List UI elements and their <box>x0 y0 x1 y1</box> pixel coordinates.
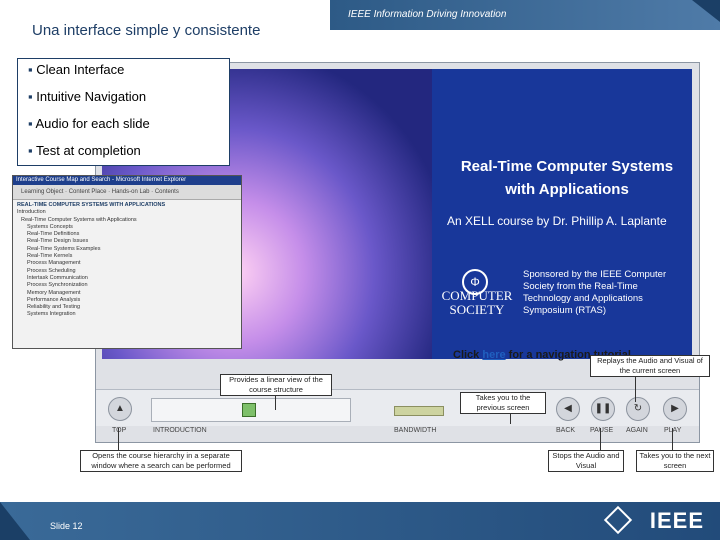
again-button[interactable]: ↻ <box>626 397 650 421</box>
tree-item: Real-Time Design Issues <box>27 238 89 245</box>
course-map-screenshot: Interactive Course Map and Search - Micr… <box>12 175 242 349</box>
callout-previous-pointer <box>510 414 511 424</box>
tree-item: Intertask Communication <box>27 274 88 281</box>
back-label: BACK <box>556 427 576 434</box>
screenshot-toolbar-item: Hands-on Lab <box>111 189 150 195</box>
society-line2: SOCIETY <box>449 302 505 317</box>
feature-list: Clean Interface Intuitive Navigation Aud… <box>17 58 230 166</box>
society-line1: COMPUTER <box>441 288 513 303</box>
bandwidth-indicator[interactable] <box>394 406 444 416</box>
bullet-item: Clean Interface <box>18 63 229 90</box>
tutorial-link[interactable]: here <box>482 349 505 361</box>
bandwidth-label: BANDWIDTH <box>394 427 437 434</box>
screenshot-toolbar-item: Learning Object <box>21 189 64 195</box>
tree-item: Real-Time Systems Examples <box>27 245 101 252</box>
computer-society-logo-text: COMPUTER SOCIETY <box>432 289 522 317</box>
tree-item: Reliability and Testing <box>27 304 81 311</box>
pause-button[interactable]: ❚❚ <box>591 397 615 421</box>
callout-replay-pointer <box>635 377 636 402</box>
course-title-line1: Real-Time Computer Systems <box>460 158 674 175</box>
page-title: Una interface simple y consistente <box>32 22 261 39</box>
header-bar: IEEE Information Driving Innovation <box>330 0 720 30</box>
pause-label: PAUSE <box>590 427 614 434</box>
screenshot-toolbar-item: Contents <box>154 189 179 195</box>
top-label: TOP <box>112 427 127 434</box>
tree-item: Systems Integration <box>27 311 76 318</box>
callout-hierarchy-pointer <box>118 428 119 450</box>
callout-next-pointer <box>672 428 673 450</box>
header-corner <box>692 0 720 22</box>
callout-hierarchy: Opens the course hierarchy in a separate… <box>80 450 242 472</box>
back-button[interactable]: ◀ <box>556 397 580 421</box>
tree-item: Real-Time Computer Systems with Applicat… <box>21 216 137 223</box>
callout-linear-view-pointer <box>275 396 276 410</box>
track-marker-icon[interactable] <box>242 403 256 417</box>
tree-item: Real-Time Kernels <box>27 253 73 260</box>
play-button[interactable]: ▶ <box>663 397 687 421</box>
top-button[interactable]: ▲ <box>108 397 132 421</box>
tree-item: Systems Concepts <box>27 223 73 230</box>
bullet-item: Intuitive Navigation <box>18 90 229 117</box>
slide-number: Slide 12 <box>50 521 83 531</box>
tagline: IEEE Information Driving Innovation <box>348 9 507 20</box>
tree-item: Memory Management <box>27 289 81 296</box>
screenshot-body: REAL-TIME COMPUTER SYSTEMS WITH APPLICAT… <box>13 200 241 321</box>
footer-bar: Slide 12 IEEE <box>0 502 720 540</box>
course-title: Real-Time Computer Systems with Applicat… <box>442 155 692 201</box>
callout-next: Takes you to the next screen <box>636 450 714 472</box>
callout-stops-pointer <box>600 428 601 450</box>
screenshot-window-title: Interactive Course Map and Search - Micr… <box>13 176 241 185</box>
course-title-line2: with Applications <box>505 181 629 198</box>
ieee-diamond-icon <box>603 505 633 535</box>
click-prefix: Click <box>453 349 480 361</box>
course-subtitle: An XELL course by Dr. Phillip A. Laplant… <box>447 214 667 228</box>
callout-linear-view: Provides a linear view of the course str… <box>220 374 332 396</box>
again-label: AGAIN <box>626 427 648 434</box>
screenshot-toolbar-item: Content Place <box>68 189 107 195</box>
bullet-item: Test at completion <box>18 144 229 171</box>
callout-replay: Replays the Audio and Visual of the curr… <box>590 355 710 377</box>
tree-item: Introduction <box>17 209 46 216</box>
course-track[interactable] <box>151 398 351 422</box>
screenshot-heading: REAL-TIME COMPUTER SYSTEMS WITH APPLICAT… <box>17 202 166 208</box>
sponsor-text: Sponsored by the IEEE Computer Society f… <box>523 269 667 316</box>
footer-corner <box>0 502 30 540</box>
tree-item: Real-Time Definitions <box>27 231 80 238</box>
ieee-logo: IEEE <box>649 508 704 533</box>
tree-item: Process Scheduling <box>27 267 76 274</box>
bullet-item: Audio for each slide <box>18 117 229 144</box>
tree-item: Process Management <box>27 260 81 267</box>
tree-item: Process Synchronization <box>27 282 88 289</box>
callout-stops: Stops the Audio and Visual <box>548 450 624 472</box>
screenshot-toolbar: Learning Object · Content Place · Hands-… <box>13 185 241 200</box>
tree-item: Performance Analysis <box>27 296 81 303</box>
callout-previous: Takes you to the previous screen <box>460 392 546 414</box>
control-bar: ▲ ◀ ❚❚ ↻ ▶ <box>96 389 699 426</box>
track-label: INTRODUCTION <box>153 427 207 434</box>
